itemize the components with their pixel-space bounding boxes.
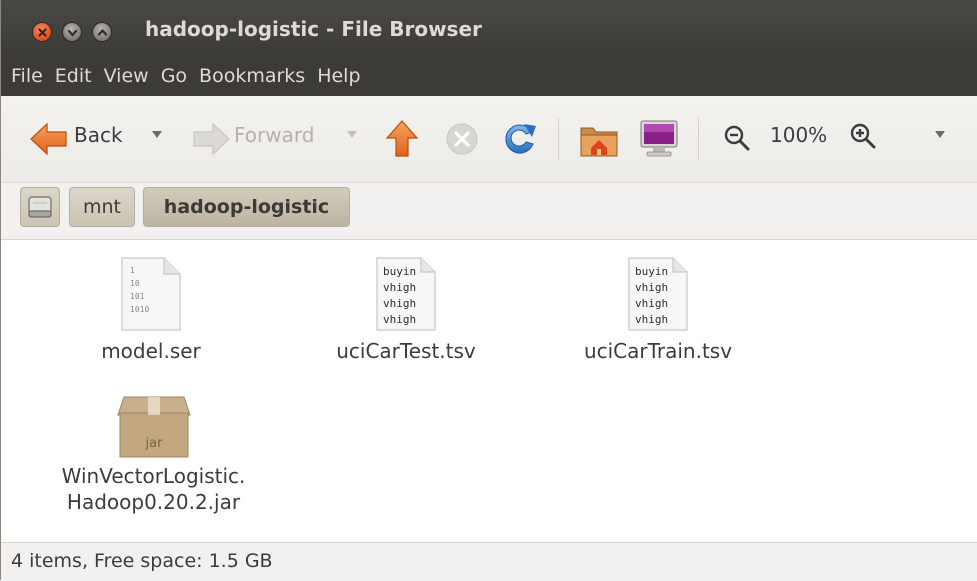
preview-line: vhigh [635,313,668,326]
zoom-level[interactable]: 100% [770,123,827,147]
forward-label: Forward [234,123,315,147]
maximize-window-button[interactable] [92,22,112,42]
menu-edit[interactable]: Edit [55,65,92,87]
file-item-winvectorlogistic-jar[interactable]: jar WinVectorLogistic. Hadoop0.20.2.jar [41,393,266,515]
text-file-icon: buyin vhigh vhigh vhigh [628,257,688,331]
maximize-icon [97,28,108,36]
crumb-filesystem[interactable] [20,187,60,227]
back-label: Back [74,123,123,147]
crumb-mnt[interactable]: mnt [69,187,135,227]
preview-line: vhigh [635,297,668,310]
preview-line: 1010 [130,305,149,314]
status-bar: 4 items, Free space: 1.5 GB [1,542,977,581]
crumb-hadoop-logistic[interactable]: hadoop-logistic [143,187,350,227]
file-view[interactable]: 1 10 101 1010 model.ser buyin vhigh vhig… [1,240,977,542]
forward-history-dropdown-icon[interactable] [346,130,358,140]
stop-icon[interactable] [445,122,479,156]
package-icon: jar [116,396,191,458]
text-file-icon: buyin vhigh vhigh vhigh [376,257,436,331]
file-item-ucicartest-tsv[interactable]: buyin vhigh vhigh vhigh uciCarTest.tsv [321,256,491,364]
file-item-ucicartrain-tsv[interactable]: buyin vhigh vhigh vhigh uciCarTrain.tsv [573,256,743,364]
file-name-line-2: Hadoop0.20.2.jar [66,490,241,514]
location-bar: mnt hadoop-logistic [1,183,977,240]
minimize-icon [67,29,78,37]
toolbar-separator [698,118,699,160]
file-name: uciCarTrain.tsv [583,339,733,363]
forward-arrow-icon [193,122,230,156]
menu-file[interactable]: File [11,65,43,87]
preview-line: vhigh [383,297,416,310]
home-folder-icon[interactable] [579,120,619,158]
close-window-button[interactable] [32,22,52,42]
binary-file-icon: 1 10 101 1010 [121,257,181,331]
forward-button[interactable]: Forward [191,96,331,182]
zoom-out-icon[interactable] [723,124,753,154]
menu-bar: File Edit View Go Bookmarks Help [1,56,977,96]
toolbar-separator [558,118,559,160]
up-arrow-icon[interactable] [385,119,419,159]
file-name: model.ser [101,339,201,363]
file-name-line-1: WinVectorLogistic. [61,464,246,488]
hard-drive-icon [28,196,52,218]
back-button[interactable]: Back [29,96,129,182]
computer-icon[interactable] [639,119,679,159]
jar-badge: jar [144,436,163,451]
preview-line: 101 [130,292,145,301]
title-bar[interactable]: hadoop-logistic - File Browser [1,0,977,56]
reload-icon[interactable] [501,120,539,158]
close-icon [38,28,47,37]
menu-bookmarks[interactable]: Bookmarks [199,65,305,87]
preview-line: vhigh [383,313,416,326]
zoom-in-icon[interactable] [849,122,879,152]
toolbar-overflow-dropdown-icon[interactable] [934,130,946,140]
menu-go[interactable]: Go [161,65,187,87]
preview-line: vhigh [635,281,668,294]
menu-view[interactable]: View [104,65,149,87]
toolbar: Back Forward 100% [1,96,977,183]
back-arrow-icon [30,122,67,156]
preview-line: 1 [130,266,135,275]
preview-line: buyin [635,265,668,278]
minimize-window-button[interactable] [62,22,82,42]
status-text: 4 items, Free space: 1.5 GB [11,550,273,572]
preview-line: vhigh [383,281,416,294]
file-item-model-ser[interactable]: 1 10 101 1010 model.ser [76,256,226,364]
file-name: uciCarTest.tsv [336,339,476,363]
file-browser-window: hadoop-logistic - File Browser File Edit… [0,0,977,581]
preview-line: 10 [130,279,140,288]
preview-line: buyin [383,265,416,278]
back-history-dropdown-icon[interactable] [151,130,163,140]
window-title: hadoop-logistic - File Browser [145,17,482,41]
menu-help[interactable]: Help [317,65,360,87]
